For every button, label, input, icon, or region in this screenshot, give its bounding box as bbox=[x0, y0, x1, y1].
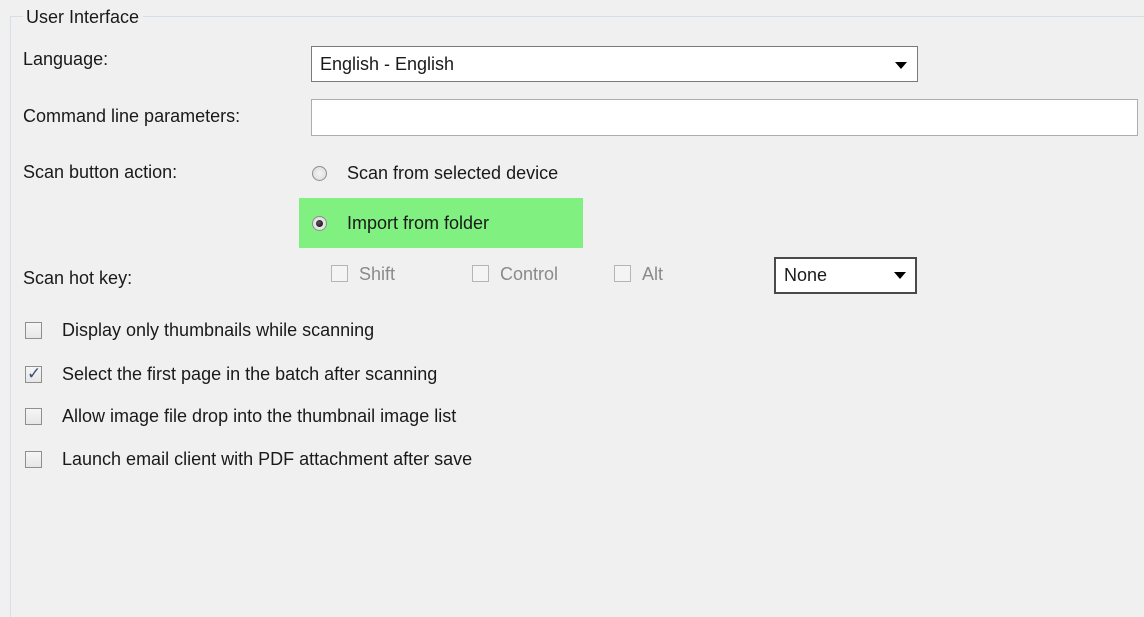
checkbox-allow-file-drop-label[interactable]: Allow image file drop into the thumbnail… bbox=[62, 404, 456, 428]
checkbox-alt-label[interactable]: Alt bbox=[642, 262, 663, 286]
checkbox-allow-file-drop[interactable] bbox=[25, 408, 42, 425]
hot-key-select-value: None bbox=[784, 265, 828, 285]
checkbox-select-first-page[interactable]: ✓ bbox=[25, 364, 42, 383]
checkbox-display-thumbnails[interactable] bbox=[25, 322, 42, 339]
radio-import-from-folder[interactable] bbox=[312, 216, 327, 231]
chevron-down-icon[interactable] bbox=[894, 272, 906, 279]
radio-scan-from-device[interactable] bbox=[312, 166, 327, 181]
scan-button-action-label: Scan button action: bbox=[23, 162, 178, 182]
checkbox-launch-email-label[interactable]: Launch email client with PDF attachment … bbox=[62, 447, 472, 471]
check-icon: ✓ bbox=[27, 364, 42, 383]
language-label: Language: bbox=[23, 49, 109, 69]
radio-scan-from-device-label[interactable]: Scan from selected device bbox=[347, 161, 558, 185]
checkbox-shift[interactable] bbox=[331, 265, 348, 282]
group-title: User Interface bbox=[23, 6, 144, 28]
language-select-value: English - English bbox=[320, 54, 455, 74]
checkbox-launch-email[interactable] bbox=[25, 451, 42, 468]
radio-import-from-folder-label[interactable]: Import from folder bbox=[347, 211, 489, 235]
scan-hot-key-label: Scan hot key: bbox=[23, 268, 133, 288]
checkbox-control[interactable] bbox=[472, 265, 489, 282]
command-line-label: Command line parameters: bbox=[23, 106, 241, 126]
checkbox-select-first-page-label[interactable]: Select the first page in the batch after… bbox=[62, 362, 437, 386]
hot-key-select[interactable]: None bbox=[774, 257, 917, 294]
radio-dot-icon bbox=[316, 220, 323, 227]
chevron-down-icon[interactable] bbox=[895, 62, 907, 69]
language-select[interactable]: English - English bbox=[311, 46, 918, 82]
checkbox-alt[interactable] bbox=[614, 265, 631, 282]
checkbox-control-label[interactable]: Control bbox=[500, 262, 558, 286]
checkbox-display-thumbnails-label[interactable]: Display only thumbnails while scanning bbox=[62, 318, 374, 342]
checkbox-shift-label[interactable]: Shift bbox=[359, 262, 395, 286]
command-line-input[interactable] bbox=[311, 99, 1138, 136]
